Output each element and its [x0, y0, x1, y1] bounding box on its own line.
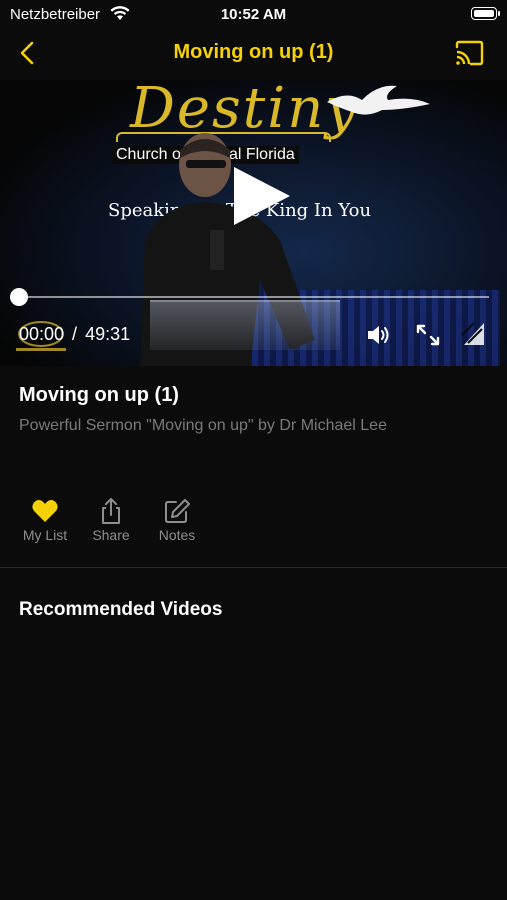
volume-icon[interactable] [366, 323, 392, 347]
page-title: Moving on up (1) [173, 41, 334, 63]
podium [150, 300, 340, 350]
status-time: 10:52 AM [220, 6, 287, 23]
share-label: Share [92, 527, 130, 543]
my-list-label: My List [22, 527, 68, 543]
video-description: Powerful Sermon "Moving on up" by Dr Mic… [19, 417, 387, 434]
current-time: 00:00 [19, 324, 65, 344]
seek-thumb[interactable] [10, 288, 28, 306]
play-icon[interactable] [230, 165, 292, 227]
notes-button[interactable]: Notes [150, 497, 204, 543]
time-display: 00:00 / 49:31 [19, 324, 130, 345]
notes-label: Notes [158, 527, 196, 543]
recommended-videos-heading: Recommended Videos [19, 599, 223, 620]
duration: 49:31 [85, 324, 131, 344]
video-title: Moving on up (1) [19, 384, 179, 406]
seek-bar[interactable] [19, 296, 489, 298]
airplay-icon[interactable] [460, 321, 486, 347]
fullscreen-icon[interactable] [415, 323, 441, 347]
notes-edit-icon [165, 499, 190, 523]
my-list-button[interactable]: My List [18, 497, 72, 543]
time-separator: / [72, 324, 78, 344]
action-bar: My List Share Notes [18, 497, 204, 543]
section-divider [0, 567, 507, 568]
battery-icon [471, 7, 500, 20]
video-player[interactable]: Destiny Church of Central Florida Speaki… [0, 80, 507, 366]
share-button[interactable]: Share [84, 497, 138, 543]
status-bar: Netzbetreiber 10:52 AM [0, 0, 507, 28]
dove-graphic [327, 85, 430, 115]
heart-icon [32, 500, 58, 522]
share-icon [102, 498, 120, 524]
nav-bar: Moving on up (1) [0, 28, 507, 80]
cast-icon[interactable] [453, 39, 485, 67]
